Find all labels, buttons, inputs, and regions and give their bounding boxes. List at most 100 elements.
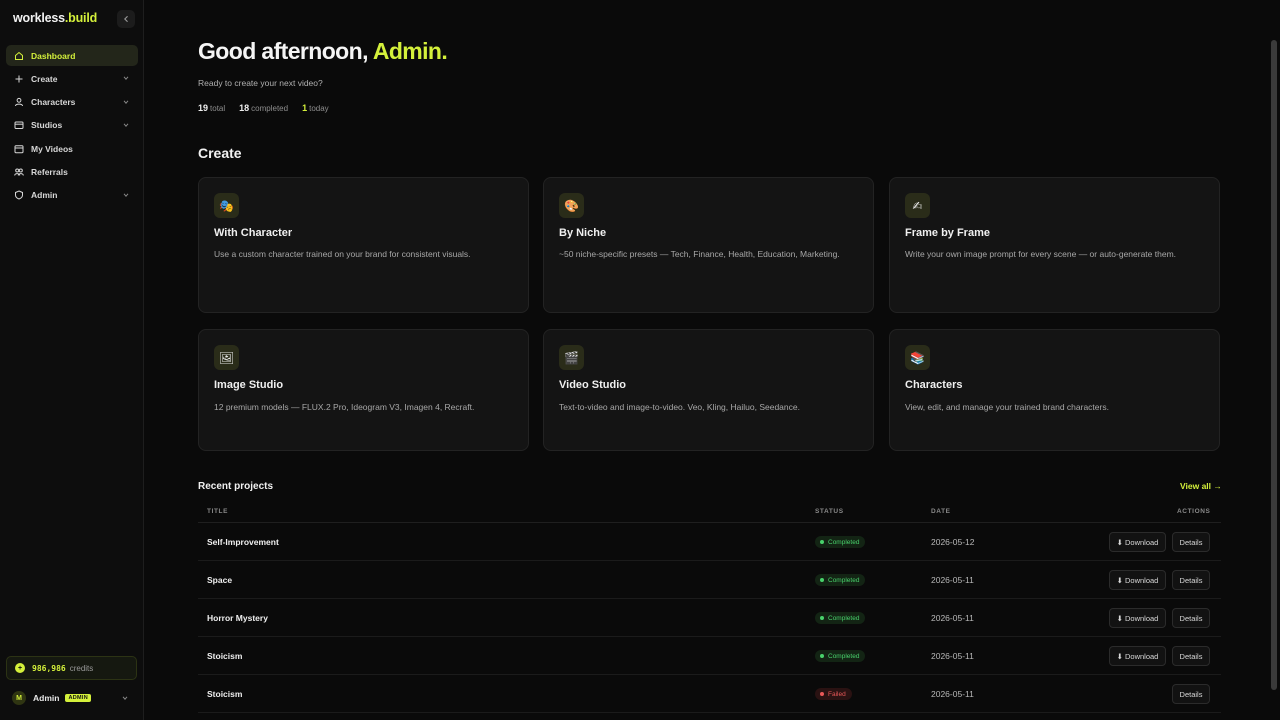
table-row[interactable]: Horror Mystery Completed 2026-05-11 ⬇ Do…: [198, 599, 1221, 637]
view-all-link[interactable]: View all →: [1180, 481, 1222, 491]
create-card-characters[interactable]: 📚 Characters View, edit, and manage your…: [889, 329, 1220, 451]
column-header-status: STATUS: [815, 508, 844, 515]
download-button[interactable]: ⬇ Download: [1109, 532, 1166, 552]
status-badge: Failed: [815, 688, 852, 700]
download-button[interactable]: ⬇ Download: [1109, 608, 1166, 628]
stat-value: 18: [239, 103, 250, 113]
table-row[interactable]: Self-Improvement Completed 2026-05-12 ⬇ …: [198, 523, 1221, 561]
download-button[interactable]: ⬇ Download: [1109, 646, 1166, 666]
details-button[interactable]: Details: [1172, 608, 1210, 628]
sidebar-item-studios[interactable]: Studios: [6, 115, 138, 136]
chevron-left-icon: [124, 16, 128, 22]
card-description: ~50 niche-specific presets — Tech, Finan…: [559, 249, 840, 259]
user-name: Admin: [33, 693, 60, 703]
stat-label: today: [309, 104, 329, 113]
brand-name: workless: [13, 11, 65, 25]
users-icon: [14, 167, 24, 177]
card-title: Characters: [905, 379, 963, 391]
project-title: Horror Mystery: [207, 613, 268, 623]
stat-completed: 18 completed: [239, 103, 288, 113]
status-text: Completed: [828, 538, 860, 546]
recent-projects-title: Recent projects: [198, 481, 274, 492]
project-date: 2026-05-12: [931, 537, 975, 547]
theater-masks-icon: 🎭: [214, 193, 239, 218]
writing-hand-icon: ✍: [905, 193, 930, 218]
project-title: Stoicism: [207, 651, 243, 661]
sidebar-item-my-videos[interactable]: My Videos: [6, 138, 138, 159]
sidebar-item-label: Studios: [31, 120, 63, 131]
create-card-with-character[interactable]: 🎭 With Character Use a custom character …: [198, 177, 529, 313]
credits-coin-icon: +: [15, 663, 25, 673]
details-button[interactable]: Details: [1172, 684, 1210, 704]
stat-value: 19: [198, 103, 209, 113]
card-description: Text-to-video and image-to-video. Veo, K…: [559, 402, 800, 412]
card-title: With Character: [214, 227, 293, 239]
project-date: 2026-05-11: [931, 689, 974, 699]
status-badge: Completed: [815, 650, 866, 662]
download-button[interactable]: ⬇ Download: [1109, 570, 1166, 590]
status-dot: [820, 578, 824, 582]
status-badge: Completed: [815, 574, 866, 586]
chevron-down-icon: [123, 100, 129, 104]
calendar-icon: [14, 144, 24, 154]
card-description: View, edit, and manage your trained bran…: [905, 402, 1109, 412]
project-title: Self-Improvement: [207, 537, 279, 547]
card-description: Write your own image prompt for every sc…: [905, 249, 1177, 259]
stat-value: 1: [302, 103, 308, 113]
stat-today: 1 today: [302, 103, 329, 113]
create-card-frame-by-frame[interactable]: ✍ Frame by Frame Write your own image pr…: [889, 177, 1220, 313]
sidebar-item-label: Dashboard: [31, 50, 76, 61]
sidebar-item-referrals[interactable]: Referrals: [6, 161, 138, 182]
project-date: 2026-05-11: [931, 613, 974, 623]
page-scrollbar[interactable]: [1271, 40, 1277, 690]
shield-icon: [14, 190, 24, 200]
sidebar-item-label: My Videos: [31, 143, 73, 154]
palette-icon: 🎨: [559, 193, 584, 218]
sidebar-item-admin[interactable]: Admin: [6, 185, 138, 206]
status-text: Failed: [828, 690, 846, 698]
user-menu[interactable]: M Admin ADMIN: [12, 690, 134, 706]
card-title: By Niche: [559, 227, 607, 239]
books-icon: 📚: [905, 345, 930, 370]
column-header-date: DATE: [931, 508, 951, 515]
brand-logo[interactable]: workless.build: [13, 11, 97, 25]
sidebar-item-characters[interactable]: Characters: [6, 92, 138, 113]
sidebar-item-dashboard[interactable]: Dashboard: [6, 45, 138, 66]
create-card-by-niche[interactable]: 🎨 By Niche ~50 niche-specific presets — …: [543, 177, 874, 313]
create-card-video-studio[interactable]: 🎬 Video Studio Text-to-video and image-t…: [543, 329, 874, 451]
details-button[interactable]: Details: [1172, 570, 1210, 590]
status-text: Completed: [828, 652, 860, 660]
user-role-badge: ADMIN: [65, 694, 91, 702]
status-badge: Completed: [815, 536, 866, 548]
status-dot: [820, 692, 824, 696]
stat-total: 19 total: [198, 103, 225, 113]
brand-suffix: .build: [64, 11, 98, 25]
studio-icon: [14, 120, 24, 130]
sidebar-collapse-button[interactable]: [117, 10, 135, 28]
credits-display[interactable]: + 986,986 credits: [6, 656, 137, 680]
card-description: Use a custom character trained on your b…: [214, 249, 471, 259]
create-card-image-studio[interactable]: 🖼 Image Studio 12 premium models — FLUX.…: [198, 329, 529, 451]
avatar: M: [12, 691, 26, 705]
details-button[interactable]: Details: [1172, 646, 1210, 666]
table-row[interactable]: Space Completed 2026-05-11 ⬇ Download De…: [198, 561, 1221, 599]
plus-icon: [14, 74, 24, 84]
details-button[interactable]: Details: [1172, 532, 1210, 552]
chevron-down-icon: [122, 696, 128, 700]
sidebar-item-label: Referrals: [31, 166, 68, 177]
column-header-title: TITLE: [207, 508, 229, 515]
sidebar-item-label: Admin: [31, 190, 58, 201]
project-date: 2026-05-11: [931, 575, 974, 585]
credits-amount: 986,986: [32, 663, 66, 673]
user-icon: [14, 97, 24, 107]
stats-summary: 19 total 18 completed 1 today: [198, 103, 329, 113]
page-subtitle: Ready to create your next video?: [198, 78, 323, 88]
table-row[interactable]: Stoicism Failed 2026-05-11 Details: [198, 675, 1221, 713]
card-title: Image Studio: [214, 379, 284, 391]
greeting-name: Admin.: [372, 38, 448, 64]
sidebar-item-create[interactable]: Create: [6, 68, 138, 89]
table-row[interactable]: Stoicism Completed 2026-05-11 ⬇ Download…: [198, 637, 1221, 675]
page-title: Good afternoon, Admin.: [198, 38, 448, 65]
create-section-title: Create: [198, 145, 242, 161]
status-dot: [820, 540, 824, 544]
